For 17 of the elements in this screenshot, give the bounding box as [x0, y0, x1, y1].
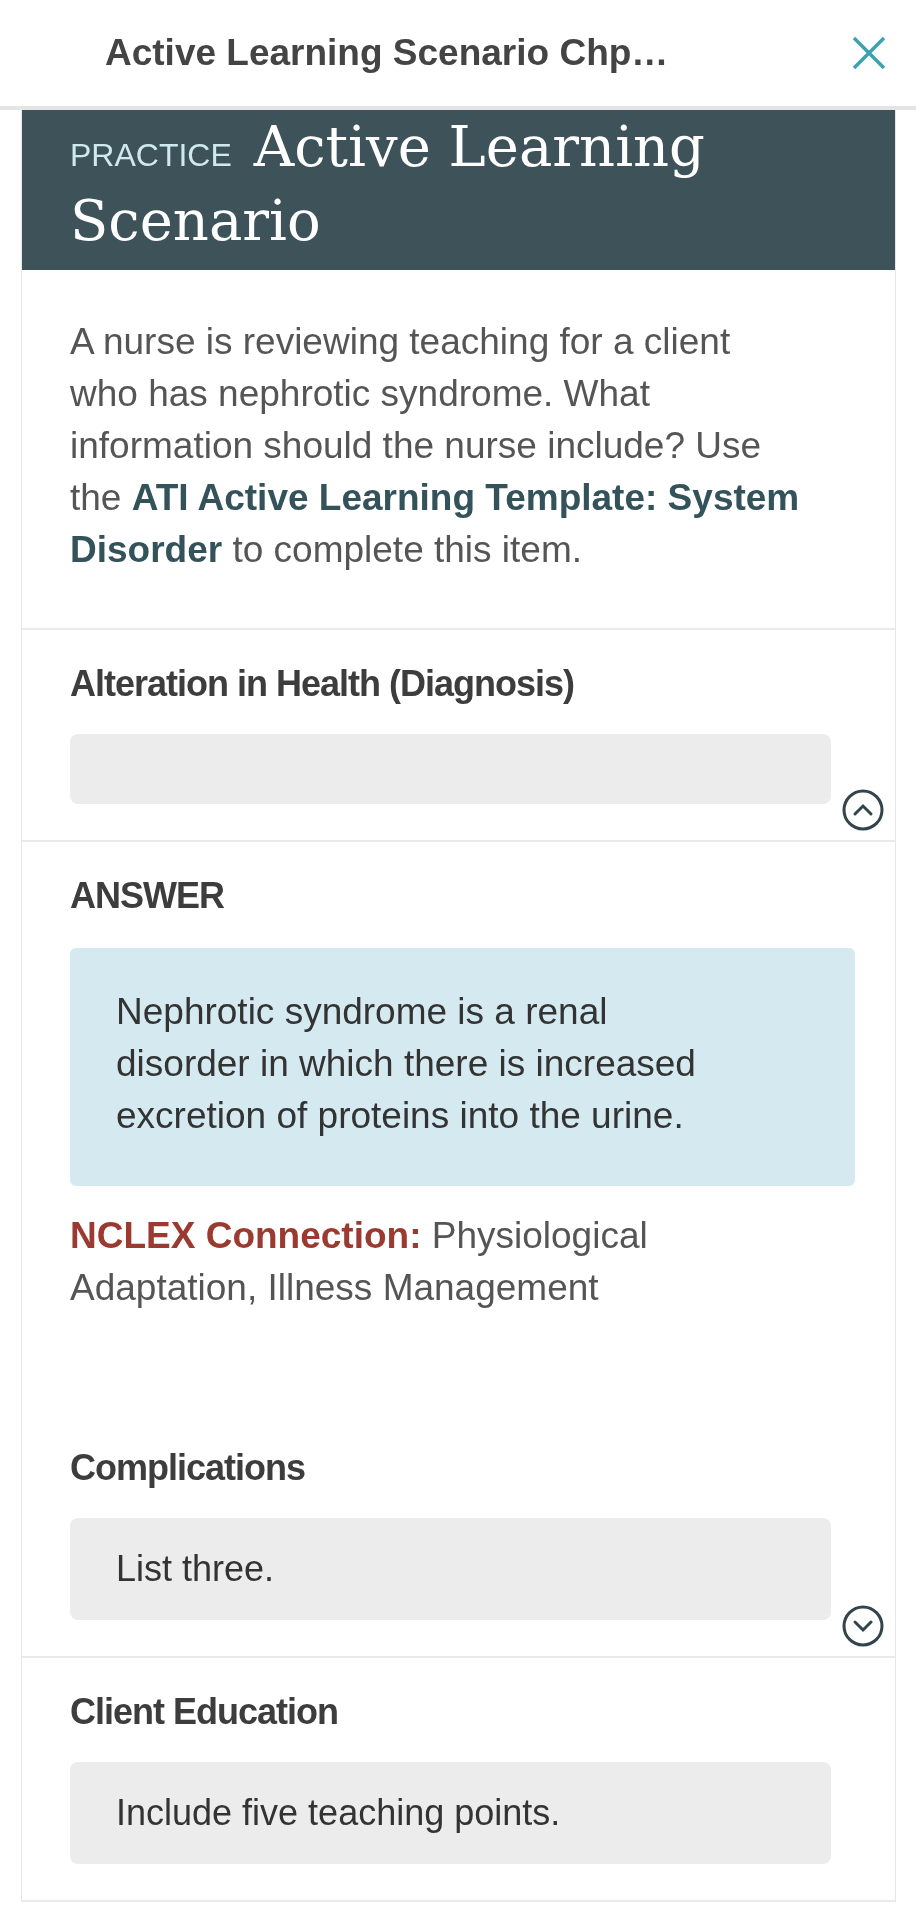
answer-field[interactable]: Include five teaching points. [70, 1762, 831, 1864]
expand-button[interactable] [841, 1604, 885, 1648]
question-text: A nurse is reviewing teaching for a client who has nephrotic syndrome. What information should the nurse include? Use the ATI Active Learning Template: System Disorder to complete this item. [22, 270, 895, 630]
collapse-button[interactable] [841, 788, 885, 832]
nclex-connection: NCLEX Connection: Physiological Adaptation, Illness Management [70, 1214, 649, 1310]
chevron-down-icon [841, 1604, 885, 1648]
practice-label: PRACTICE [70, 137, 232, 173]
scenario-title: Scenario [70, 188, 321, 253]
answer-field[interactable]: List three. [70, 1518, 831, 1620]
scenario-title: Active Learning [253, 114, 705, 179]
answer-text: Nephrotic syndrome is a renal disorder in which there is increased excretion of proteins into the urine. [70, 948, 855, 1186]
section-heading: Client Education [70, 1690, 339, 1734]
section-heading: Complications [70, 1446, 307, 1490]
chevron-up-icon [841, 788, 885, 832]
section-heading: Alteration in Health (Diagnosis) [70, 662, 576, 706]
answer-heading: ANSWER [70, 874, 225, 918]
window-title: Active Learning Scenario Chp… [105, 32, 669, 74]
